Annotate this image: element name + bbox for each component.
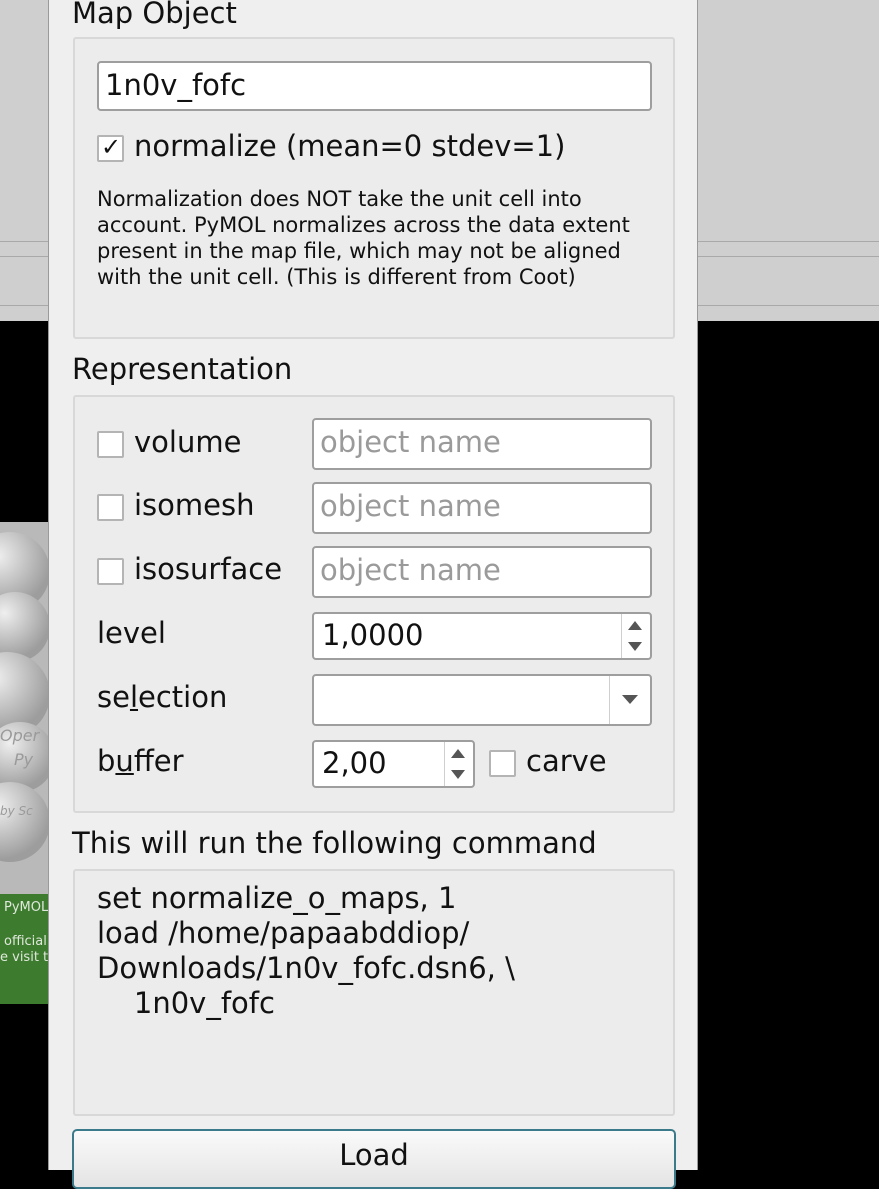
background-ghost-text: Py bbox=[14, 750, 34, 769]
buffer-spinbox[interactable]: 2,00 bbox=[312, 740, 475, 788]
background-footer-text: official bbox=[4, 934, 47, 949]
load-map-dialog: Map Object 1n0v_fofc ✓ normalize (mean=0… bbox=[48, 0, 698, 1189]
arrow-down-icon[interactable] bbox=[451, 770, 465, 779]
representation-title: Representation bbox=[72, 352, 293, 386]
background-molecule-thumbnail: Oper Py by Sc PyMOL official e visit t bbox=[0, 522, 48, 1004]
carve-checkbox[interactable] bbox=[489, 750, 516, 777]
isosurface-label: isosurface bbox=[134, 552, 283, 586]
map-object-group: 1n0v_fofc ✓ normalize (mean=0 stdev=1) N… bbox=[73, 37, 675, 339]
isomesh-object-name-input[interactable]: object name bbox=[312, 482, 652, 534]
selection-dropdown-button[interactable] bbox=[609, 676, 650, 724]
command-title: This will run the following command bbox=[72, 826, 597, 860]
level-stepper[interactable] bbox=[621, 614, 650, 658]
buffer-stepper[interactable] bbox=[444, 742, 473, 786]
volume-checkbox[interactable] bbox=[97, 431, 124, 458]
level-label: level bbox=[97, 616, 166, 650]
normalize-label: normalize (mean=0 stdev=1) bbox=[134, 129, 566, 163]
volume-object-name-input[interactable]: object name bbox=[312, 418, 652, 470]
representation-group: volume object name isomesh object name i… bbox=[73, 395, 675, 813]
selection-combobox[interactable] bbox=[312, 674, 652, 726]
arrow-up-icon[interactable] bbox=[628, 621, 642, 630]
selection-label: selection bbox=[97, 680, 228, 714]
background-window-right bbox=[698, 0, 879, 321]
checkmark-icon: ✓ bbox=[101, 133, 122, 161]
background-divider bbox=[698, 305, 879, 306]
level-spinbox[interactable]: 1,0000 bbox=[312, 612, 652, 660]
arrow-down-icon[interactable] bbox=[628, 642, 642, 651]
normalization-note: Normalization does NOT take the unit cel… bbox=[97, 187, 630, 289]
background-divider bbox=[0, 241, 48, 242]
background-footer-text: PyMOL bbox=[4, 900, 48, 915]
chevron-down-icon bbox=[622, 695, 638, 704]
background-footer-text: e visit t bbox=[0, 950, 48, 965]
load-button[interactable]: Load bbox=[72, 1129, 676, 1189]
background-divider bbox=[0, 256, 48, 257]
command-preview-box: set normalize_o_maps, 1 load /home/papaa… bbox=[73, 869, 675, 1116]
isomesh-checkbox[interactable] bbox=[97, 494, 124, 521]
carve-label: carve bbox=[526, 744, 607, 778]
buffer-value: 2,00 bbox=[322, 746, 387, 780]
map-object-title: Map Object bbox=[72, 0, 237, 30]
volume-label: volume bbox=[134, 425, 242, 459]
normalize-checkbox[interactable]: ✓ bbox=[97, 133, 124, 162]
background-divider bbox=[0, 305, 48, 306]
isosurface-object-name-input[interactable]: object name bbox=[312, 546, 652, 598]
background-divider bbox=[698, 256, 879, 257]
level-value: 1,0000 bbox=[322, 618, 424, 652]
background-footer: PyMOL official e visit t bbox=[0, 894, 48, 1004]
isosurface-checkbox[interactable] bbox=[97, 558, 124, 585]
arrow-up-icon[interactable] bbox=[451, 749, 465, 758]
map-object-name-input[interactable]: 1n0v_fofc bbox=[97, 61, 652, 111]
background-ghost-text: by Sc bbox=[0, 804, 33, 818]
background-divider bbox=[698, 241, 879, 242]
isomesh-label: isomesh bbox=[134, 488, 255, 522]
background-window-left bbox=[0, 0, 48, 321]
background-ghost-text: Oper bbox=[0, 726, 40, 745]
buffer-label: buffer bbox=[97, 744, 184, 778]
command-text: set normalize_o_maps, 1 load /home/papaa… bbox=[97, 881, 515, 1020]
